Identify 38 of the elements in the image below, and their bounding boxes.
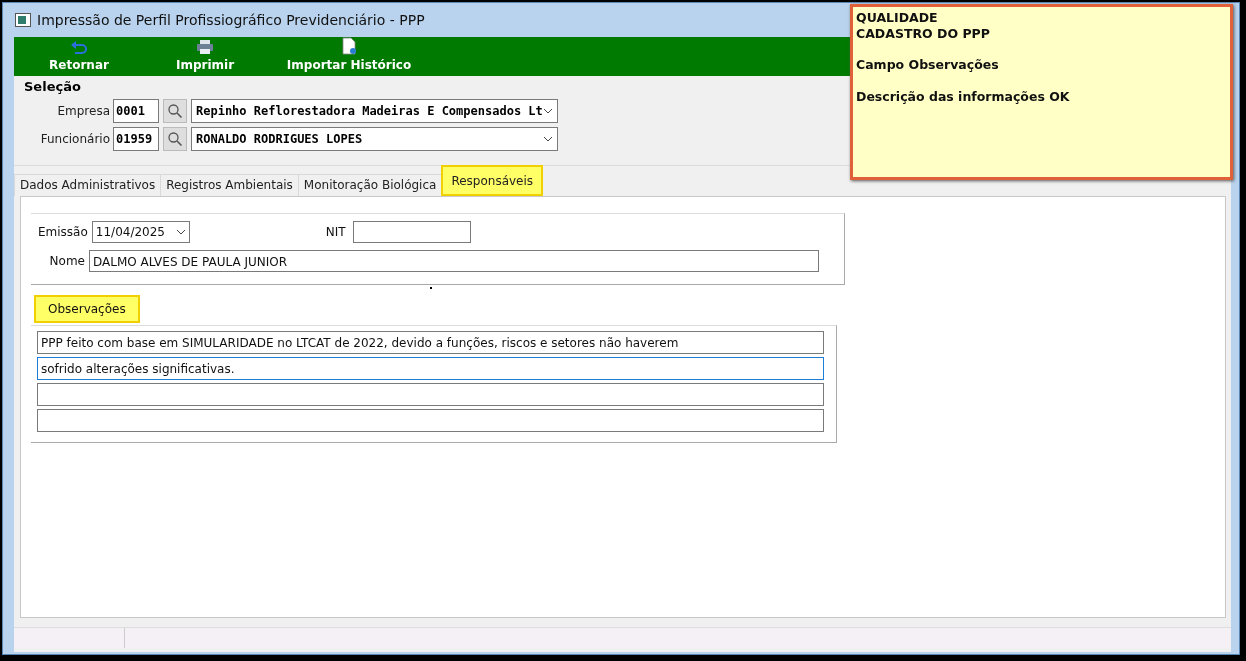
text-line-field[interactable] [37, 409, 824, 432]
chevron-down-icon [175, 229, 186, 235]
window-title: Impressão de Perfil Profissiográfico Previdenciário - PPP [37, 12, 425, 28]
text-line-field[interactable]: sofrido alterações significativas. [37, 357, 824, 380]
text-line-field[interactable]: PPP feito com base em SIMULARIDADE no LTCAT de 2022, devido a funções, riscos e setores não haverem [37, 331, 824, 354]
code-field[interactable]: 01959 [113, 127, 159, 151]
note-text: QUALIDADE CADASTRO DO PPP [856, 10, 991, 41]
search-button[interactable] [163, 99, 187, 123]
dropdown-field[interactable]: Repinho Reflorestadora Madeiras E Compensados Lt [191, 99, 558, 123]
chevron-down-icon [543, 136, 553, 142]
search-icon [167, 131, 183, 147]
tab[interactable]: Responsáveis [441, 165, 544, 196]
section-label: Observações [34, 295, 140, 323]
search-button[interactable] [163, 127, 187, 151]
section-title: Seleção [24, 79, 81, 94]
window-icon [15, 13, 31, 27]
field-label: Nome [48, 254, 85, 268]
dropdown-field[interactable]: RONALDO RODRIGUES LOPES [191, 127, 558, 151]
chevron-down-icon [543, 108, 553, 114]
code-field[interactable]: 0001 [113, 99, 159, 123]
note-text: Campo Observações [856, 57, 1000, 73]
printer-icon [196, 39, 214, 55]
date-dropdown[interactable]: 11/04/2025 [91, 221, 190, 243]
field-label: Funcionário [39, 132, 110, 146]
note-text: Descrição das informações OK [856, 88, 1071, 104]
field-label: Emissão [38, 225, 88, 239]
field-label: NIT [325, 225, 346, 239]
toolbar-button[interactable]: Retornar [28, 37, 130, 74]
text-line-field[interactable] [37, 383, 824, 406]
toolbar-button[interactable]: Importar Histórico [280, 37, 418, 74]
document-icon [341, 37, 357, 55]
search-icon [167, 103, 183, 119]
return-arrow-icon [70, 39, 88, 55]
toolbar-button[interactable]: Imprimir [130, 37, 280, 74]
input-field[interactable]: DALMO ALVES DE PAULA JUNIOR [89, 250, 819, 272]
tab[interactable]: Dados Administrativos [14, 174, 162, 196]
input-field[interactable] [352, 221, 471, 243]
field-label: Empresa [56, 104, 110, 118]
